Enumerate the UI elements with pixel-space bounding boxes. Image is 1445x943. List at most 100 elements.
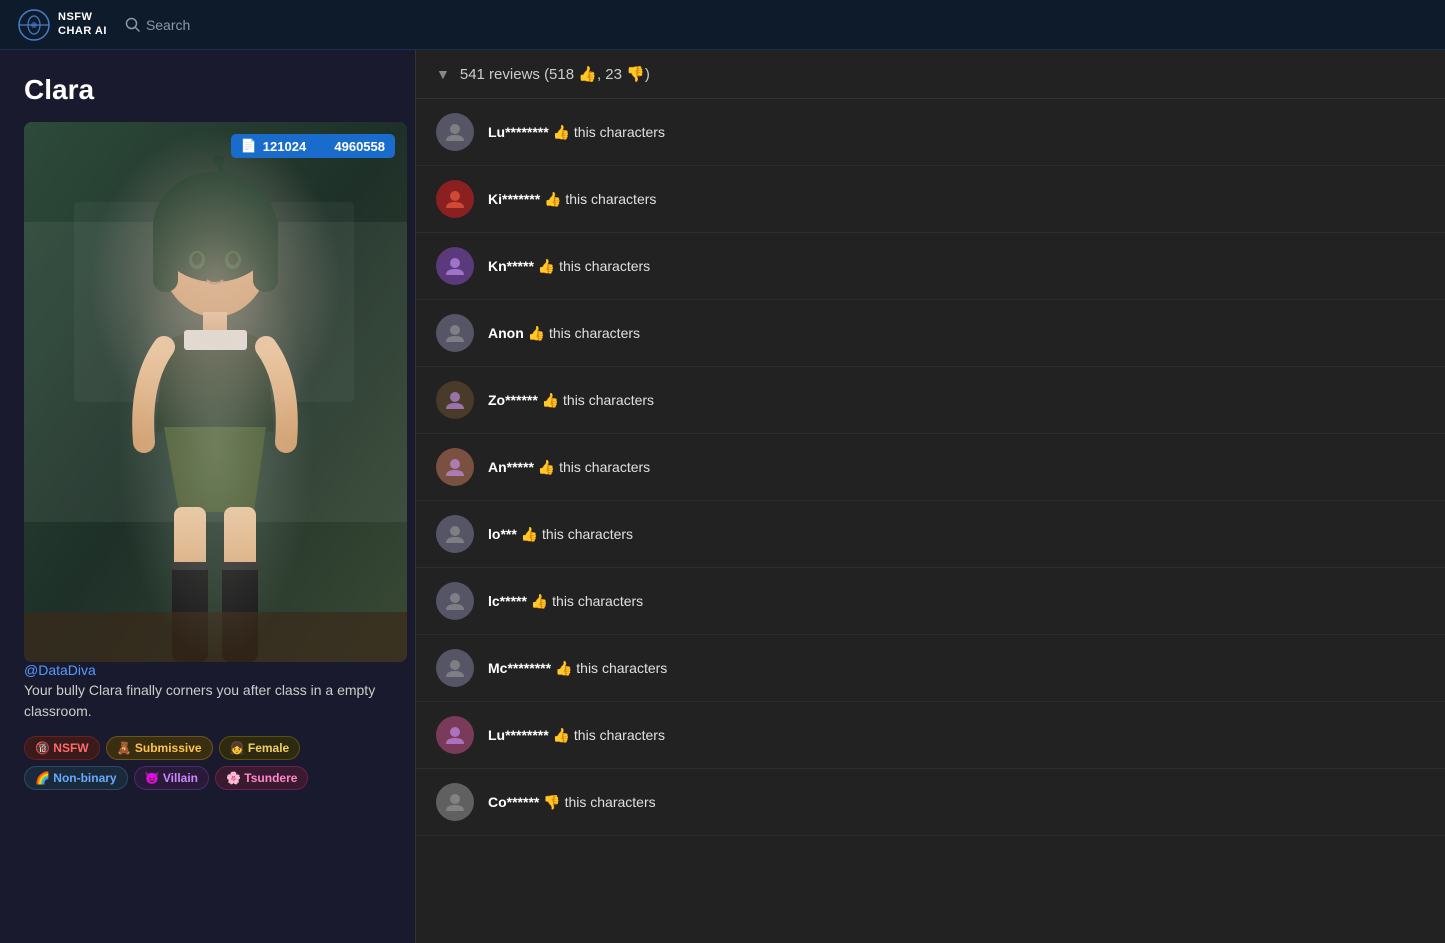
review-body: this characters [574, 727, 665, 743]
hearts-count: 4960558 [334, 139, 385, 154]
review-thumb-icon: 👍 [553, 124, 570, 140]
navbar: NSFW CHAR AI Search [0, 0, 1445, 50]
review-text: Anon 👍 this characters [488, 325, 640, 342]
review-item: Co****** 👎 this characters [416, 769, 1445, 836]
review-text: Lu******** 👍 this characters [488, 124, 665, 141]
avatar [436, 381, 474, 419]
review-text: Kn***** 👍 this characters [488, 258, 650, 275]
review-text: Lu******** 👍 this characters [488, 727, 665, 744]
review-thumb-icon: 👍 [538, 258, 555, 274]
avatar [436, 314, 474, 352]
review-text: Zo****** 👍 this characters [488, 392, 654, 409]
thumbs-down-icon: 👎) [626, 66, 650, 83]
left-panel: Clara [0, 50, 415, 943]
avatar [436, 448, 474, 486]
character-description: Your bully Clara finally corners you aft… [24, 680, 391, 722]
review-text: Co****** 👎 this characters [488, 794, 656, 811]
brand-name: NSFW CHAR AI [58, 11, 107, 37]
review-body: this characters [549, 325, 640, 341]
review-body: this characters [565, 794, 656, 810]
review-thumb-icon: 👎 [543, 794, 560, 810]
review-text: lc***** 👍 this characters [488, 593, 643, 610]
tag-tsundere[interactable]: 🌸 Tsundere [215, 766, 308, 790]
review-body: this characters [565, 191, 656, 207]
reviews-count-label: 541 reviews (518 👍, 23 👎) [460, 65, 650, 83]
tags-row: 🔞 NSFW🧸 Submissive👧 Female 🌈 Non-binary😈 … [24, 736, 391, 790]
review-username: Zo****** [488, 392, 538, 408]
review-username: Ki******* [488, 191, 540, 207]
avatar [436, 515, 474, 553]
review-body: this characters [559, 459, 650, 475]
review-username: Lu******** [488, 124, 549, 140]
character-title: Clara [24, 74, 391, 106]
review-text: lo*** 👍 this characters [488, 526, 633, 543]
tag-nsfw[interactable]: 🔞 NSFW [24, 736, 100, 760]
review-text: Ki******* 👍 this characters [488, 191, 656, 208]
character-artwork [24, 122, 407, 662]
stats-badge: 📄 121024 🐾 4960558 [231, 134, 395, 158]
search-bar[interactable]: Search [125, 17, 190, 33]
thumbs-up-icon: 👍, [578, 66, 605, 83]
review-username: An***** [488, 459, 534, 475]
avatar [436, 783, 474, 821]
review-body: this characters [576, 660, 667, 676]
author-link[interactable]: @DataDiva [24, 662, 96, 678]
review-body: this characters [559, 258, 650, 274]
review-username: Lu******** [488, 727, 549, 743]
review-body: this characters [574, 124, 665, 140]
review-body: this characters [563, 392, 654, 408]
badge-divider: 🐾 [312, 138, 328, 154]
review-thumb-icon: 👍 [531, 593, 548, 609]
review-username: lc***** [488, 593, 527, 609]
character-image-placeholder [24, 122, 407, 662]
review-item: Anon 👍 this characters [416, 300, 1445, 367]
avatar [436, 180, 474, 218]
character-image: 📄 121024 🐾 4960558 [24, 122, 407, 662]
token-icon: 📄 [241, 138, 257, 154]
review-thumb-icon: 👍 [521, 526, 538, 542]
total-reviews: 541 reviews (518 [460, 66, 574, 83]
review-thumb-icon: 👍 [542, 392, 559, 408]
avatar [436, 113, 474, 151]
review-item: Zo****** 👍 this characters [416, 367, 1445, 434]
tag-nonbinary[interactable]: 🌈 Non-binary [24, 766, 128, 790]
review-thumb-icon: 👍 [528, 325, 545, 341]
tag-submissive[interactable]: 🧸 Submissive [106, 736, 213, 760]
chevron-down-icon: ▼ [436, 66, 450, 82]
review-item: An***** 👍 this characters [416, 434, 1445, 501]
review-item: Mc******** 👍 this characters [416, 635, 1445, 702]
review-item: Lu******** 👍 this characters [416, 99, 1445, 166]
token-count: 121024 [263, 139, 306, 154]
brand[interactable]: NSFW CHAR AI [18, 9, 107, 41]
review-username: Co****** [488, 794, 539, 810]
brand-logo-icon [18, 9, 50, 41]
review-thumb-icon: 👍 [544, 191, 561, 207]
review-item: Kn***** 👍 this characters [416, 233, 1445, 300]
reviews-header[interactable]: ▼ 541 reviews (518 👍, 23 👎) [416, 50, 1445, 99]
review-username: Kn***** [488, 258, 534, 274]
tag-female[interactable]: 👧 Female [219, 736, 301, 760]
review-thumb-icon: 👍 [538, 459, 555, 475]
right-panel: ▼ 541 reviews (518 👍, 23 👎) Lu******** 👍… [415, 50, 1445, 943]
review-item: lo*** 👍 this characters [416, 501, 1445, 568]
review-thumb-icon: 👍 [553, 727, 570, 743]
search-icon [125, 17, 140, 32]
main-container: Clara [0, 50, 1445, 943]
tag-villain[interactable]: 😈 Villain [134, 766, 209, 790]
avatar [436, 247, 474, 285]
review-text: An***** 👍 this characters [488, 459, 650, 476]
review-body: this characters [552, 593, 643, 609]
review-item: Lu******** 👍 this characters [416, 702, 1445, 769]
review-item: lc***** 👍 this characters [416, 568, 1445, 635]
avatar [436, 649, 474, 687]
avatar [436, 716, 474, 754]
review-username: lo*** [488, 526, 517, 542]
review-username: Anon [488, 325, 524, 341]
review-username: Mc******** [488, 660, 551, 676]
review-body: this characters [542, 526, 633, 542]
review-item: Ki******* 👍 this characters [416, 166, 1445, 233]
avatar [436, 582, 474, 620]
search-label: Search [146, 17, 190, 33]
review-text: Mc******** 👍 this characters [488, 660, 667, 677]
negative-count: 23 [605, 66, 622, 83]
